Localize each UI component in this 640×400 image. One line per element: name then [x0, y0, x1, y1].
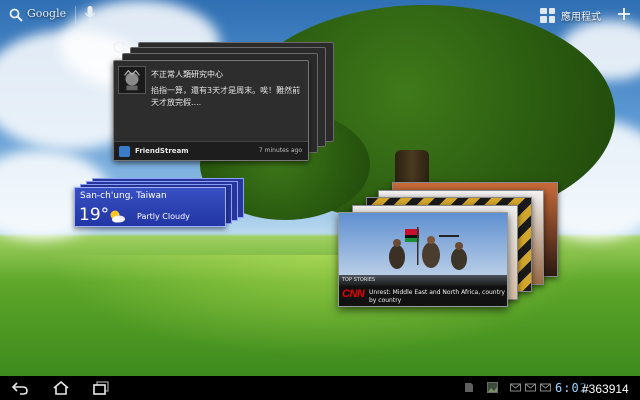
refresh-icon[interactable] — [112, 40, 126, 54]
add-icon[interactable] — [616, 6, 632, 22]
back-icon[interactable] — [11, 380, 29, 396]
home-icon[interactable] — [52, 380, 70, 396]
google-search-label[interactable]: Google — [27, 7, 66, 20]
mail-icon — [540, 383, 551, 392]
avatar — [118, 66, 146, 94]
friendstream-footer: FriendStream 7 minutes ago — [114, 141, 308, 160]
gallery-icon — [487, 382, 498, 393]
cnn-logo: CNN — [342, 288, 365, 300]
partly-cloudy-icon — [110, 210, 125, 223]
weather-widget[interactable]: San-ch'ung, Taiwan 19° Partly Cloudy — [74, 187, 226, 227]
news-section: TOP STORIES — [342, 277, 376, 283]
recent-apps-icon[interactable] — [92, 380, 110, 396]
news-photo — [339, 213, 507, 283]
friendstream-widget[interactable]: 不正常人類研究中心 掐指一算，還有3天才是周末。唉！難然前天才放完假.... F… — [113, 60, 309, 161]
weather-temperature: 19° — [79, 205, 110, 225]
mail-icon — [525, 383, 536, 392]
mic-icon[interactable] — [84, 5, 96, 23]
friendstream-logo-icon — [119, 146, 130, 157]
weather-condition: Partly Cloudy — [137, 212, 190, 221]
grid-icon — [540, 7, 555, 23]
divider — [75, 6, 76, 24]
post-text: 掐指一算，還有3天才是周末。唉！難然前天才放完假.... — [151, 86, 301, 107]
apps-button[interactable]: 應用程式 — [540, 6, 601, 24]
top-bar: Google 應用程式 — [0, 0, 640, 30]
mail-icon — [510, 383, 521, 392]
news-widget[interactable]: TOP STORIES CNN Unrest: Middle East and … — [338, 212, 508, 307]
post-time: 7 minutes ago — [258, 147, 302, 154]
news-headline: Unrest: Middle East and North Africa, co… — [369, 289, 505, 304]
sd-card-icon — [465, 383, 473, 392]
watermark: #363914 — [580, 382, 631, 396]
search-icon[interactable] — [9, 8, 23, 22]
app-name: FriendStream — [135, 147, 189, 155]
post-author: 不正常人類研究中心 — [151, 70, 223, 79]
apps-label: 應用程式 — [561, 11, 601, 23]
weather-city: San-ch'ung, Taiwan — [80, 191, 167, 201]
nav-bar: 6:02 #363914 — [0, 376, 640, 400]
